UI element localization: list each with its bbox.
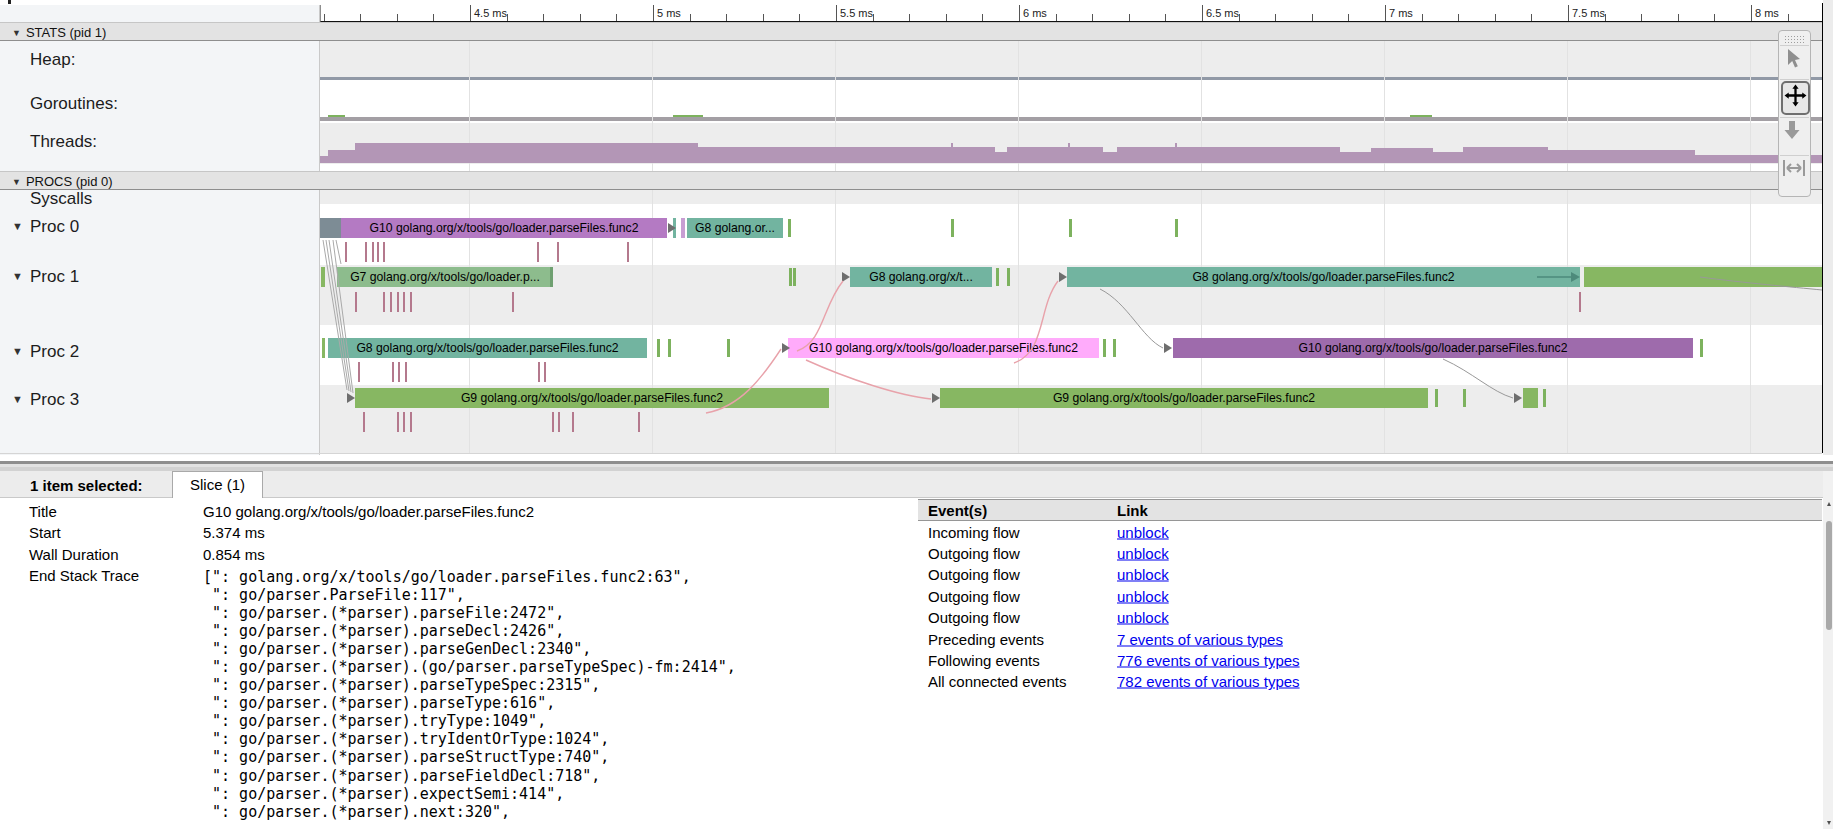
event-link[interactable]: 782 events of various types <box>1117 673 1300 690</box>
event-type: Preceding events <box>928 630 1044 647</box>
timeline-right-gutter <box>1823 0 1833 455</box>
field-label: Title <box>29 503 57 520</box>
splitter[interactable] <box>0 455 1833 471</box>
toolbar-separator <box>1780 45 1809 46</box>
field-value: G10 golang.org/x/tools/go/loader.parseFi… <box>203 503 534 520</box>
event-type: Following events <box>928 652 1040 669</box>
event-link[interactable]: 776 events of various types <box>1117 652 1300 669</box>
event-row: Outgoing flow unblock <box>918 607 1822 628</box>
event-type: Outgoing flow <box>928 566 1020 583</box>
details-scrollbar[interactable] <box>1825 498 1833 829</box>
event-link[interactable]: 7 events of various types <box>1117 630 1283 647</box>
selection-tool-button[interactable] <box>1781 47 1810 81</box>
timing-tool-button[interactable] <box>1781 157 1810 191</box>
toolbar-grip[interactable] <box>1784 35 1806 43</box>
pan-tool-button[interactable] <box>1781 81 1810 115</box>
toolbar-separator <box>1780 79 1809 80</box>
scrollbar-thumb[interactable] <box>1826 521 1832 630</box>
toolbar-separator <box>1780 155 1809 156</box>
event-type: All connected events <box>928 673 1066 690</box>
field-value: 0.854 ms <box>203 546 265 563</box>
field-value: 5.374 ms <box>203 524 265 541</box>
timeline-toolbar <box>1778 30 1811 197</box>
selection-tab-bar: 1 item selected: Slice (1) <box>0 471 1833 498</box>
field-label: Start <box>29 524 61 541</box>
event-row: All connected events 782 events of variou… <box>918 671 1822 692</box>
scrollbar-up-arrow-icon[interactable] <box>1827 502 1831 506</box>
event-link[interactable]: unblock <box>1117 523 1169 540</box>
event-type: Outgoing flow <box>928 587 1020 604</box>
link-col-header: Link <box>1117 502 1148 519</box>
selection-status: 1 item selected: <box>30 477 143 494</box>
event-link[interactable]: unblock <box>1117 566 1169 583</box>
events-col-header: Event(s) <box>928 502 987 519</box>
event-type: Outgoing flow <box>928 609 1020 626</box>
field-label: End Stack Trace <box>29 567 139 584</box>
end-stack-trace: [": golang.org/x/tools/go/loader.parseFi… <box>203 568 736 821</box>
event-row: Preceding events 7 events of various type… <box>918 628 1822 649</box>
event-row: Following events 776 events of various ty… <box>918 649 1822 670</box>
event-row: Outgoing flow unblock <box>918 564 1822 585</box>
details-panel: Title G10 golang.org/x/tools/go/loader.pa… <box>0 498 1833 829</box>
minimap-mark <box>8 0 11 4</box>
timeline-area[interactable]: ▼STATS (pid 1)▼PROCS (pid 0)Heap:Gorouti… <box>0 0 1833 455</box>
tab-slice[interactable]: Slice (1) <box>172 471 263 498</box>
timeline-bottom-edge <box>0 453 1822 454</box>
event-row: Outgoing flow unblock <box>918 542 1822 563</box>
events-header-row: Event(s) Link <box>918 499 1822 521</box>
flow-curves <box>0 0 1833 455</box>
event-link[interactable]: unblock <box>1117 609 1169 626</box>
zoom-tool-button[interactable] <box>1781 119 1810 153</box>
event-type: Incoming flow <box>928 523 1020 540</box>
trace-viewer: ▼STATS (pid 1)▼PROCS (pid 0)Heap:Gorouti… <box>0 0 1833 829</box>
event-row: Incoming flow unblock <box>918 521 1822 542</box>
event-link[interactable]: unblock <box>1117 587 1169 604</box>
event-type: Outgoing flow <box>928 545 1020 562</box>
event-row: Outgoing flow unblock <box>918 585 1822 606</box>
event-link[interactable]: unblock <box>1117 545 1169 562</box>
toolbar-separator <box>1780 117 1809 118</box>
scrollbar-down-arrow-icon[interactable] <box>1827 821 1831 825</box>
field-label: Wall Duration <box>29 546 118 563</box>
